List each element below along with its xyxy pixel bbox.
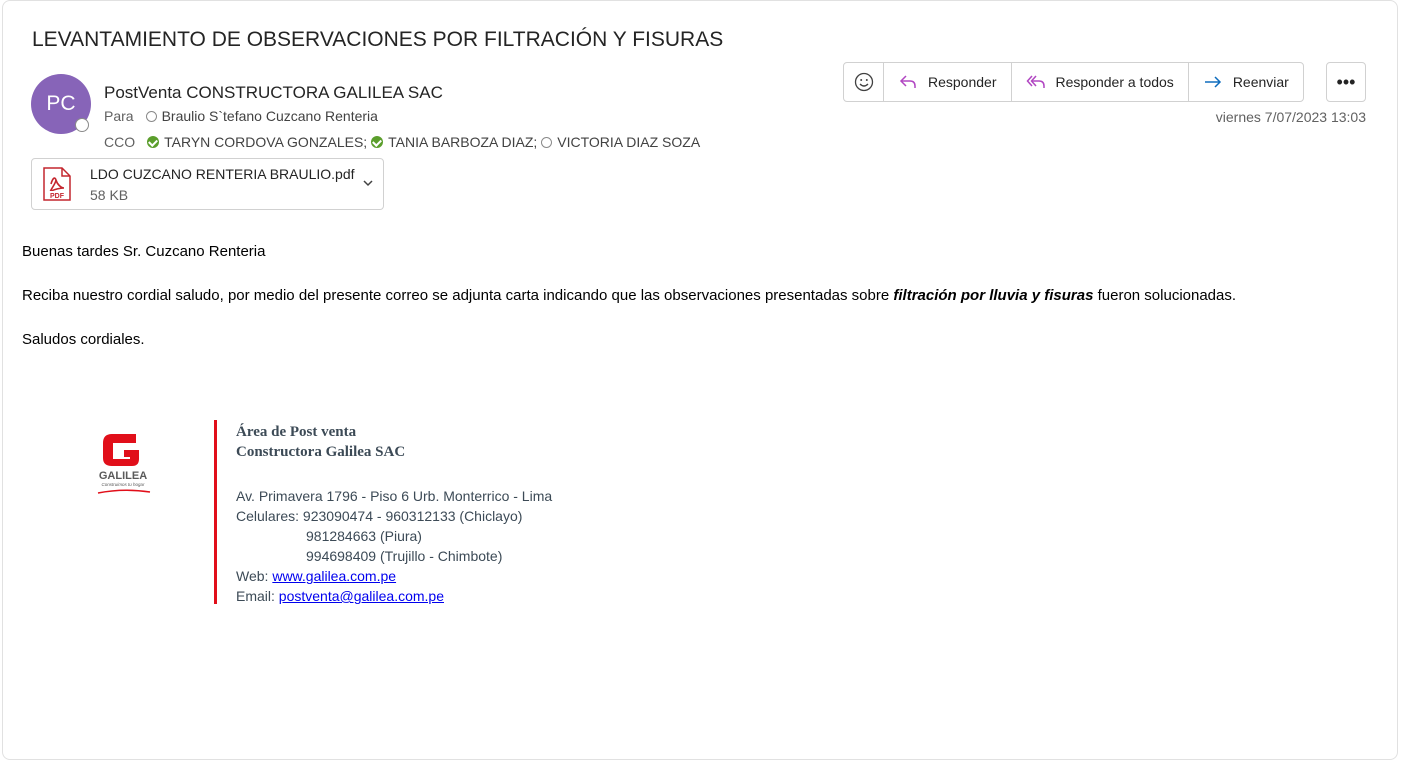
reply-all-label: Responder a todos bbox=[1055, 74, 1174, 90]
chevron-down-icon[interactable] bbox=[361, 176, 375, 190]
body-paragraph: Reciba nuestro cordial saludo, por medio… bbox=[22, 284, 1312, 308]
received-date: viernes 7/07/2023 13:03 bbox=[1215, 109, 1366, 125]
avatar-initials: PC bbox=[46, 92, 76, 115]
presence-icon bbox=[75, 118, 89, 132]
emoji-icon bbox=[854, 72, 873, 92]
body-emphasis: filtración por lluvia y fisuras bbox=[893, 287, 1094, 304]
signature-phones: Celulares: 923090474 - 960312133 (Chicla… bbox=[236, 506, 552, 526]
logo-text: GALILEA bbox=[99, 470, 147, 482]
email-subject: LEVANTAMIENTO DE OBSERVACIONES POR FILTR… bbox=[32, 28, 724, 51]
presence-unknown-icon bbox=[541, 136, 553, 148]
signature-address: Av. Primavera 1796 - Piso 6 Urb. Monterr… bbox=[236, 488, 553, 504]
signature: Área de Post venta Constructora Galilea … bbox=[236, 422, 552, 606]
signature-divider bbox=[214, 420, 217, 604]
attachment-card[interactable]: PDF LDO CUZCANO RENTERIA BRAULIO.pdf 58 … bbox=[31, 158, 384, 210]
web-link[interactable]: www.galilea.com.pe bbox=[272, 568, 396, 584]
logo-tagline: Construimos tu hogar bbox=[101, 482, 145, 487]
forward-button[interactable]: Reenviar bbox=[1189, 63, 1303, 101]
reply-button[interactable]: Responder bbox=[884, 63, 1012, 101]
more-icon: ••• bbox=[1336, 71, 1356, 92]
attachment-size: 58 KB bbox=[90, 187, 129, 203]
signature-dept: Área de Post venta bbox=[236, 424, 357, 440]
recipient-bcc[interactable]: VICTORIA DIAZ SOZA bbox=[557, 134, 700, 150]
phone: 923090474 - 960312133 (Chiclayo) bbox=[302, 508, 523, 524]
galilea-logo: GALILEA Construimos tu hogar bbox=[97, 434, 151, 494]
reply-all-button[interactable]: Responder a todos bbox=[1012, 63, 1189, 101]
signature-email: Email: postventa@galilea.com.pe bbox=[236, 586, 552, 606]
to-label: Para bbox=[104, 108, 134, 124]
pdf-file-icon: PDF bbox=[43, 167, 71, 201]
forward-label: Reenviar bbox=[1232, 74, 1289, 90]
closing: Saludos cordiales. bbox=[22, 331, 145, 348]
reaction-button[interactable] bbox=[844, 63, 884, 101]
web-label: Web: bbox=[236, 568, 269, 584]
recipient-bcc[interactable]: TARYN CORDOVA GONZALES; bbox=[164, 134, 367, 150]
body-text: Reciba nuestro cordial saludo, por medio… bbox=[22, 287, 894, 304]
message-actions: Responder Responder a todos Reenviar bbox=[843, 62, 1304, 102]
phone: 981284663 (Piura) bbox=[306, 528, 422, 544]
reply-all-icon bbox=[1025, 75, 1045, 88]
signature-web: Web: www.galilea.com.pe bbox=[236, 566, 552, 586]
recipient-to[interactable]: Braulio S`tefano Cuzcano Renteria bbox=[162, 108, 378, 124]
greeting: Buenas tardes Sr. Cuzcano Renteria bbox=[22, 243, 266, 260]
to-line: Para Braulio S`tefano Cuzcano Renteria bbox=[104, 108, 378, 124]
email-label: Email: bbox=[236, 588, 275, 604]
presence-available-icon bbox=[147, 136, 160, 148]
bcc-line: CCO TARYN CORDOVA GONZALES; TANIA BARBOZ… bbox=[104, 134, 700, 150]
phones-label: Celulares: bbox=[236, 508, 300, 524]
presence-unknown-icon bbox=[145, 110, 157, 122]
forward-icon bbox=[1204, 76, 1221, 88]
reply-icon bbox=[899, 75, 916, 88]
email-body: Buenas tardes Sr. Cuzcano Renteria Recib… bbox=[22, 240, 1312, 372]
pdf-icon-label: PDF bbox=[50, 193, 65, 200]
more-actions-button[interactable]: ••• bbox=[1326, 62, 1366, 102]
reply-label: Responder bbox=[928, 74, 997, 90]
signature-company: Constructora Galilea SAC bbox=[236, 444, 406, 460]
email-link[interactable]: postventa@galilea.com.pe bbox=[279, 588, 444, 604]
phone: 994698409 (Trujillo - Chimbote) bbox=[306, 548, 503, 564]
presence-available-icon bbox=[371, 136, 384, 148]
attachment-name: LDO CUZCANO RENTERIA BRAULIO.pdf bbox=[90, 166, 355, 182]
recipient-bcc[interactable]: TANIA BARBOZA DIAZ; bbox=[388, 134, 537, 150]
bcc-label: CCO bbox=[104, 134, 136, 150]
body-text: fueron solucionadas. bbox=[1093, 287, 1237, 304]
sender-name[interactable]: PostVenta CONSTRUCTORA GALILEA SAC bbox=[104, 83, 443, 103]
